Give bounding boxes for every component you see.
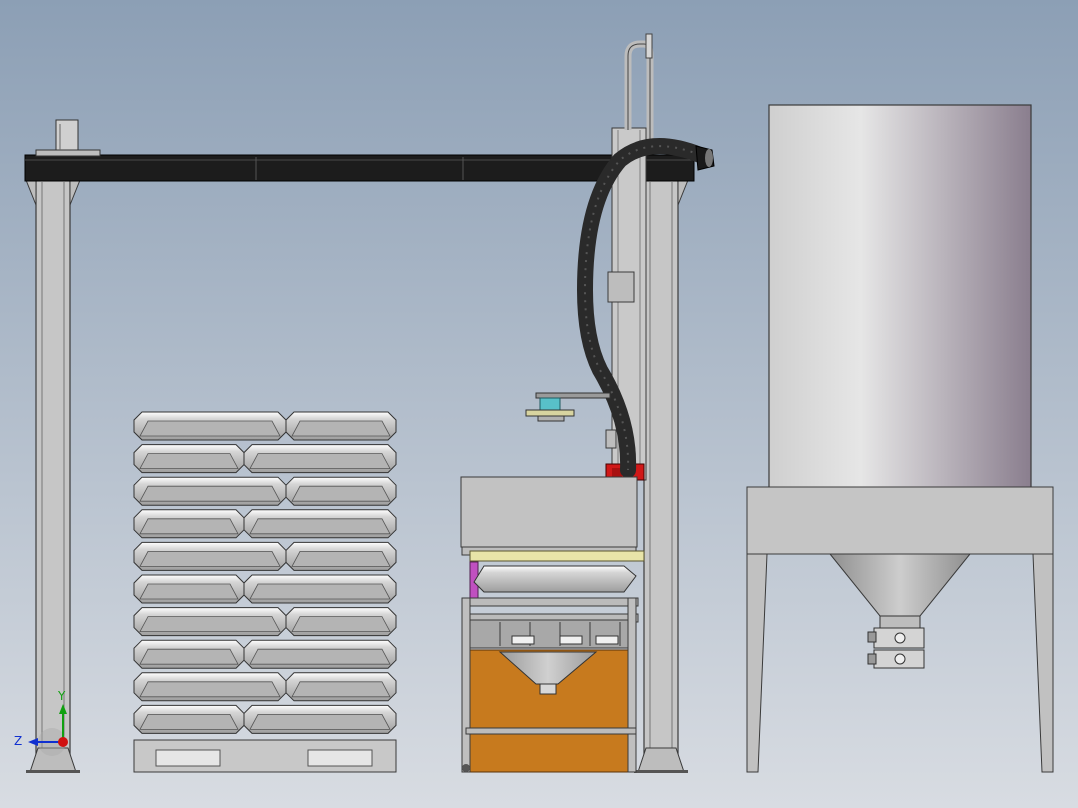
triad-z-label: Z bbox=[14, 734, 22, 748]
triad-y-label: Y bbox=[57, 689, 66, 703]
bag-face bbox=[139, 485, 281, 502]
bag-face bbox=[139, 583, 239, 600]
bag-face bbox=[291, 420, 391, 437]
bag-tip-station bbox=[460, 476, 645, 773]
triad-x-axis bbox=[58, 737, 68, 747]
bag-face bbox=[139, 648, 239, 665]
station-hood bbox=[460, 476, 638, 548]
pallet-base bbox=[133, 739, 397, 773]
bag-face bbox=[139, 518, 239, 535]
bag-face bbox=[139, 453, 239, 469]
gantry-right-column bbox=[643, 179, 679, 773]
silo-body bbox=[768, 104, 1032, 491]
bag-face bbox=[249, 453, 391, 469]
bag-face bbox=[139, 681, 281, 698]
bag-face bbox=[139, 616, 281, 632]
bag-face bbox=[139, 714, 239, 730]
silo-support-ring bbox=[746, 486, 1054, 555]
bag-face bbox=[249, 518, 391, 535]
bag-face bbox=[291, 551, 391, 567]
bag-face bbox=[249, 714, 391, 730]
bag-face bbox=[291, 681, 391, 698]
cad-viewport: Y Z bbox=[0, 0, 1078, 808]
bag-face bbox=[291, 616, 391, 632]
bag-face bbox=[139, 551, 281, 567]
gantry-top-beam bbox=[24, 154, 695, 182]
bag-face bbox=[291, 485, 391, 502]
yellow-rail bbox=[469, 550, 645, 562]
gantry-right-foot bbox=[637, 747, 685, 773]
bag-face bbox=[249, 648, 391, 665]
gantry-left-column bbox=[35, 179, 71, 773]
bag-face bbox=[249, 583, 391, 600]
bag-face bbox=[139, 420, 281, 437]
